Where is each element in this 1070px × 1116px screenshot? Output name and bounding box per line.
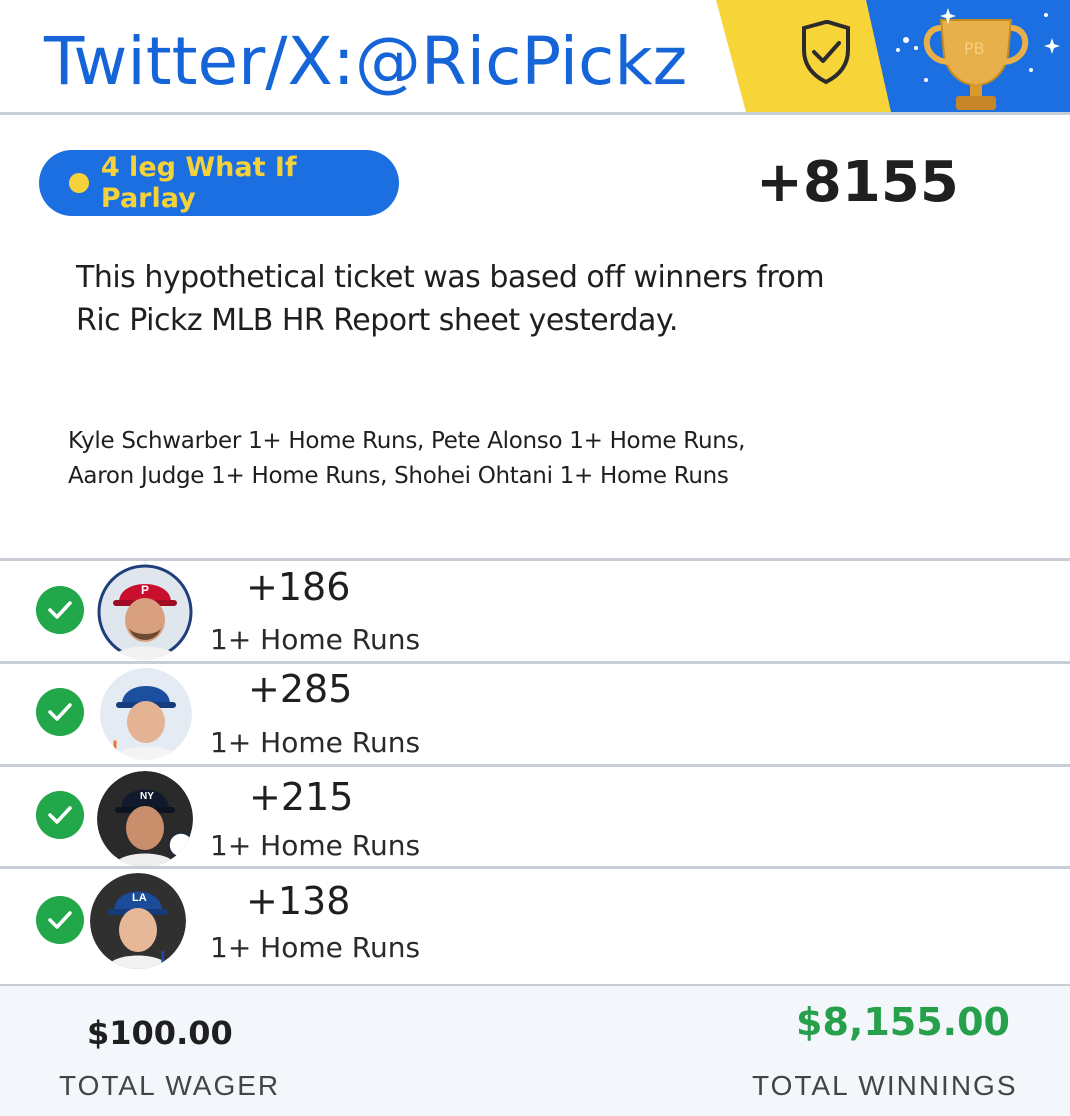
player-avatar: LA LA — [90, 873, 186, 969]
header-divider — [0, 112, 1070, 115]
legs-summary-line: Aaron Judge 1+ Home Runs, Shohei Ohtani … — [68, 463, 729, 489]
legs-summary: Kyle Schwarber 1+ Home Runs, Pete Alonso… — [68, 424, 828, 494]
total-winnings-label: TOTAL WINNINGS — [752, 1070, 1018, 1101]
leg-odds: +285 — [248, 667, 353, 711]
svg-text:LA: LA — [132, 892, 147, 904]
leg-odds: +215 — [249, 775, 354, 819]
status-dot-icon — [69, 173, 89, 193]
svg-text:LA: LA — [160, 948, 186, 969]
leg-row[interactable]: LA LA +138 1+ Home Runs — [0, 869, 1070, 969]
leg-odds: +138 — [246, 879, 351, 923]
leg-row[interactable]: N +285 1+ Home Runs — [0, 664, 1070, 764]
header: Twitter/X:@RicPickz PB — [0, 0, 1070, 112]
legs-summary-line: Kyle Schwarber 1+ Home Runs, Pete Alonso… — [68, 428, 746, 454]
total-wager-label: TOTAL WAGER — [59, 1070, 281, 1101]
trophy-badge-icon: PB — [716, 0, 1070, 112]
player-avatar: NY — [97, 771, 193, 867]
leg-market: 1+ Home Runs — [210, 931, 421, 964]
leg-row[interactable]: P +186 1+ Home Runs — [0, 561, 1070, 661]
leg-odds: +186 — [246, 565, 351, 609]
leg-market: 1+ Home Runs — [210, 829, 421, 862]
check-circle-icon — [36, 688, 84, 736]
player-avatar: N — [100, 668, 192, 760]
check-circle-icon — [36, 791, 84, 839]
total-winnings-amount: $8,155.00 — [796, 1000, 1010, 1044]
svg-text:N: N — [102, 736, 118, 760]
leg-market: 1+ Home Runs — [210, 623, 421, 656]
player-avatar: P — [97, 564, 193, 660]
leg-market: 1+ Home Runs — [210, 726, 421, 759]
parlay-type-label: 4 leg What If Parlay — [100, 152, 297, 214]
svg-text:PB: PB — [964, 39, 985, 58]
svg-text:P: P — [141, 583, 149, 597]
ticket-description: This hypothetical ticket was based off w… — [76, 260, 825, 338]
check-circle-icon — [36, 896, 84, 944]
parlay-type-badge[interactable]: 4 leg What If Parlay — [39, 150, 399, 216]
leg-row[interactable]: NY +215 1+ Home Runs — [0, 767, 1070, 867]
total-odds: +8155 — [756, 150, 959, 215]
check-circle-icon — [36, 586, 84, 634]
svg-text:NY: NY — [140, 791, 154, 802]
header-title[interactable]: Twitter/X:@RicPickz — [44, 24, 687, 100]
total-wager-amount: $100.00 — [87, 1014, 233, 1052]
